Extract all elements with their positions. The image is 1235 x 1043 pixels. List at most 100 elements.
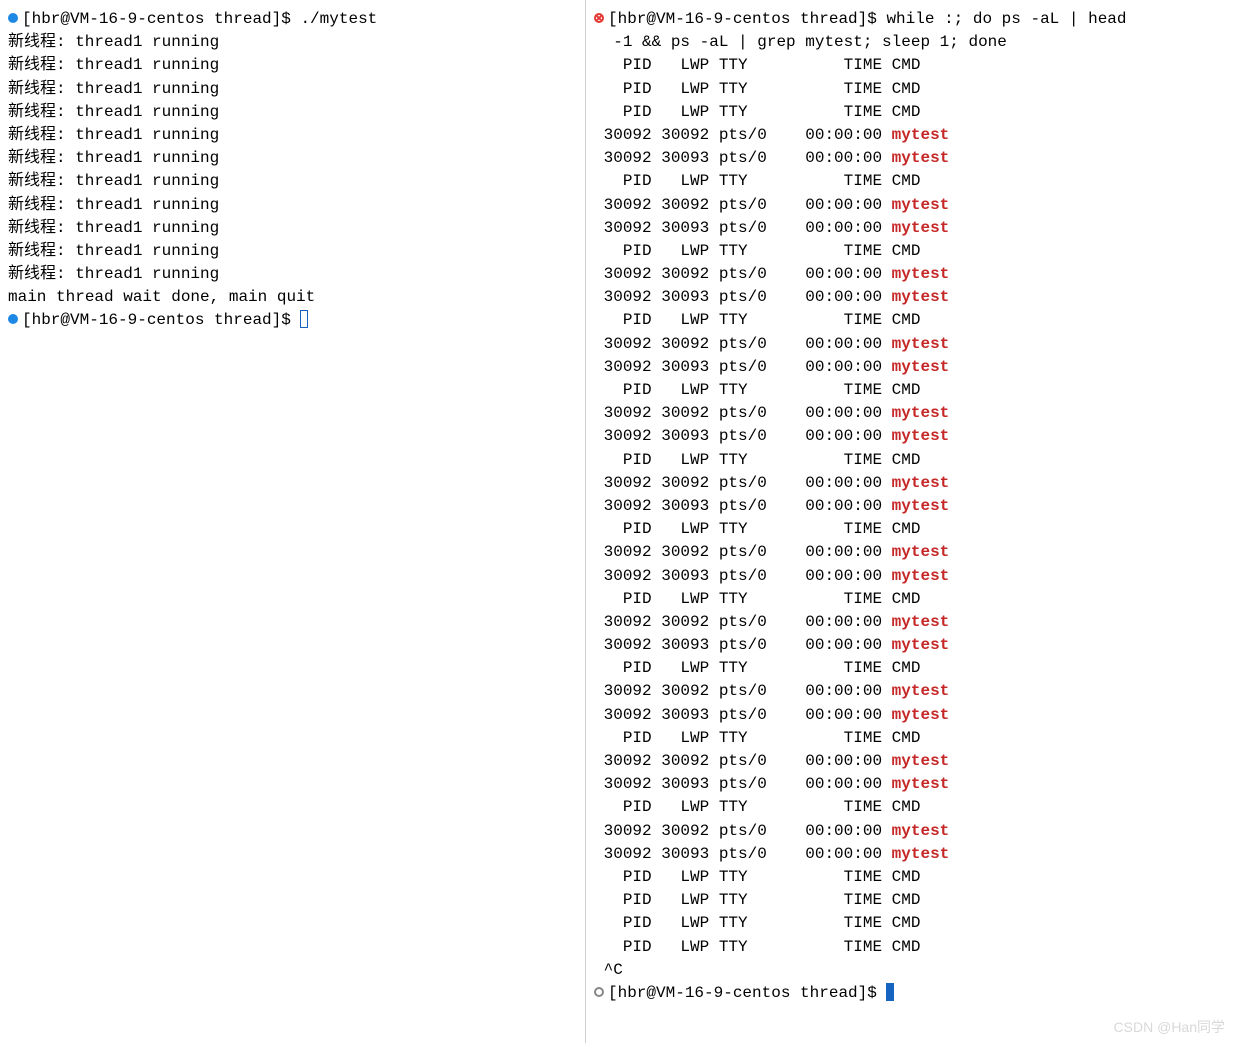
terminal-line: 30092 30093 pts/0 00:00:00 mytest <box>594 425 1231 448</box>
shell-prompt: [hbr@VM-16-9-centos thread]$ <box>608 10 886 28</box>
terminal-line: 30092 30092 pts/0 00:00:00 mytest <box>594 541 1231 564</box>
left-terminal-pane[interactable]: [hbr@VM-16-9-centos thread]$ ./mytest新线程… <box>0 0 586 1043</box>
grep-match: mytest <box>892 613 950 631</box>
terminal-line: PID LWP TTY TIME CMD <box>594 912 1231 935</box>
terminal-line: 30092 30093 pts/0 00:00:00 mytest <box>594 217 1231 240</box>
ps-header: PID LWP TTY TIME CMD <box>604 56 921 74</box>
output-text: 新线程: thread1 running <box>8 103 219 121</box>
terminal-line: PID LWP TTY TIME CMD <box>594 518 1231 541</box>
output-text: 新线程: thread1 running <box>8 219 219 237</box>
prompt-marker-icon <box>594 13 604 23</box>
ps-header: PID LWP TTY TIME CMD <box>604 590 921 608</box>
terminal-line: PID LWP TTY TIME CMD <box>594 240 1231 263</box>
terminal-line: 30092 30092 pts/0 00:00:00 mytest <box>594 750 1231 773</box>
ps-header: PID LWP TTY TIME CMD <box>604 868 921 886</box>
terminal-line: 30092 30093 pts/0 00:00:00 mytest <box>594 356 1231 379</box>
ps-header: PID LWP TTY TIME CMD <box>604 729 921 747</box>
grep-match: mytest <box>892 126 950 144</box>
ps-row: 30092 30093 pts/0 00:00:00 <box>604 706 892 724</box>
terminal-line: PID LWP TTY TIME CMD <box>594 78 1231 101</box>
ps-header: PID LWP TTY TIME CMD <box>604 659 921 677</box>
prompt-marker-icon <box>594 987 604 997</box>
output-text: 新线程: thread1 running <box>8 80 219 98</box>
grep-match: mytest <box>892 288 950 306</box>
output-text: 新线程: thread1 running <box>8 56 219 74</box>
ps-header: PID LWP TTY TIME CMD <box>604 103 921 121</box>
terminal-line: 30092 30092 pts/0 00:00:00 mytest <box>594 402 1231 425</box>
ps-row: 30092 30092 pts/0 00:00:00 <box>604 265 892 283</box>
ps-row: 30092 30092 pts/0 00:00:00 <box>604 613 892 631</box>
ps-row: 30092 30092 pts/0 00:00:00 <box>604 682 892 700</box>
ps-row: 30092 30092 pts/0 00:00:00 <box>604 335 892 353</box>
terminal-line: [hbr@VM-16-9-centos thread]$ <box>594 982 1231 1005</box>
grep-match: mytest <box>892 196 950 214</box>
terminal-line: 新线程: thread1 running <box>8 31 581 54</box>
ps-header: PID LWP TTY TIME CMD <box>604 172 921 190</box>
terminal-line: 新线程: thread1 running <box>8 240 581 263</box>
terminal-line: PID LWP TTY TIME CMD <box>594 588 1231 611</box>
terminal-line: 30092 30093 pts/0 00:00:00 mytest <box>594 773 1231 796</box>
terminal-line: 30092 30092 pts/0 00:00:00 mytest <box>594 263 1231 286</box>
terminal-line: ^C <box>594 959 1231 982</box>
ps-row: 30092 30093 pts/0 00:00:00 <box>604 775 892 793</box>
ps-header: PID LWP TTY TIME CMD <box>604 80 921 98</box>
grep-match: mytest <box>892 636 950 654</box>
ps-row: 30092 30092 pts/0 00:00:00 <box>604 822 892 840</box>
terminal-line: 30092 30092 pts/0 00:00:00 mytest <box>594 820 1231 843</box>
grep-match: mytest <box>892 752 950 770</box>
terminal-line: 新线程: thread1 running <box>8 170 581 193</box>
terminal-line: 30092 30093 pts/0 00:00:00 mytest <box>594 495 1231 518</box>
grep-match: mytest <box>892 265 950 283</box>
grep-match: mytest <box>892 335 950 353</box>
terminal-line: PID LWP TTY TIME CMD <box>594 657 1231 680</box>
terminal-line: PID LWP TTY TIME CMD <box>594 889 1231 912</box>
terminal-line: 新线程: thread1 running <box>8 217 581 240</box>
terminal-line: 30092 30092 pts/0 00:00:00 mytest <box>594 194 1231 217</box>
output-text: main thread wait done, main quit <box>8 288 315 306</box>
cursor-icon <box>300 310 308 328</box>
ps-header: PID LWP TTY TIME CMD <box>604 520 921 538</box>
command-text: -1 && ps -aL | grep mytest; sleep 1; don… <box>604 33 1007 51</box>
terminal-line: 30092 30093 pts/0 00:00:00 mytest <box>594 565 1231 588</box>
ps-row: 30092 30092 pts/0 00:00:00 <box>604 543 892 561</box>
grep-match: mytest <box>892 474 950 492</box>
output-text: 新线程: thread1 running <box>8 149 219 167</box>
ps-row: 30092 30093 pts/0 00:00:00 <box>604 497 892 515</box>
terminal-line: PID LWP TTY TIME CMD <box>594 101 1231 124</box>
terminal-line: 30092 30093 pts/0 00:00:00 mytest <box>594 704 1231 727</box>
grep-match: mytest <box>892 706 950 724</box>
terminal-line: 30092 30093 pts/0 00:00:00 mytest <box>594 634 1231 657</box>
terminal-line: 新线程: thread1 running <box>8 78 581 101</box>
ps-row: 30092 30093 pts/0 00:00:00 <box>604 636 892 654</box>
terminal-line: PID LWP TTY TIME CMD <box>594 936 1231 959</box>
terminal-line: 新线程: thread1 running <box>8 147 581 170</box>
ps-row: 30092 30092 pts/0 00:00:00 <box>604 474 892 492</box>
ps-row: 30092 30092 pts/0 00:00:00 <box>604 196 892 214</box>
grep-match: mytest <box>892 822 950 840</box>
grep-match: mytest <box>892 567 950 585</box>
right-terminal-pane[interactable]: [hbr@VM-16-9-centos thread]$ while :; do… <box>586 0 1235 1043</box>
ps-row: 30092 30093 pts/0 00:00:00 <box>604 219 892 237</box>
ps-header: PID LWP TTY TIME CMD <box>604 891 921 909</box>
watermark-text: CSDN @Han同学 <box>1114 1017 1225 1037</box>
grep-match: mytest <box>892 845 950 863</box>
grep-match: mytest <box>892 497 950 515</box>
ps-row: 30092 30093 pts/0 00:00:00 <box>604 358 892 376</box>
terminal-line: [hbr@VM-16-9-centos thread]$ <box>8 309 581 332</box>
terminal-line: PID LWP TTY TIME CMD <box>594 727 1231 750</box>
terminal-line: PID LWP TTY TIME CMD <box>594 866 1231 889</box>
terminal-line: 新线程: thread1 running <box>8 54 581 77</box>
grep-match: mytest <box>892 775 950 793</box>
shell-prompt: [hbr@VM-16-9-centos thread]$ <box>22 311 300 329</box>
ps-row: 30092 30093 pts/0 00:00:00 <box>604 567 892 585</box>
grep-match: mytest <box>892 404 950 422</box>
terminal-line: 30092 30092 pts/0 00:00:00 mytest <box>594 124 1231 147</box>
output-text: 新线程: thread1 running <box>8 172 219 190</box>
ps-row: 30092 30092 pts/0 00:00:00 <box>604 404 892 422</box>
ps-header: PID LWP TTY TIME CMD <box>604 914 921 932</box>
terminal-line: 30092 30093 pts/0 00:00:00 mytest <box>594 843 1231 866</box>
output-text: 新线程: thread1 running <box>8 265 219 283</box>
terminal-line: 新线程: thread1 running <box>8 263 581 286</box>
ps-header: PID LWP TTY TIME CMD <box>604 938 921 956</box>
ps-header: PID LWP TTY TIME CMD <box>604 381 921 399</box>
